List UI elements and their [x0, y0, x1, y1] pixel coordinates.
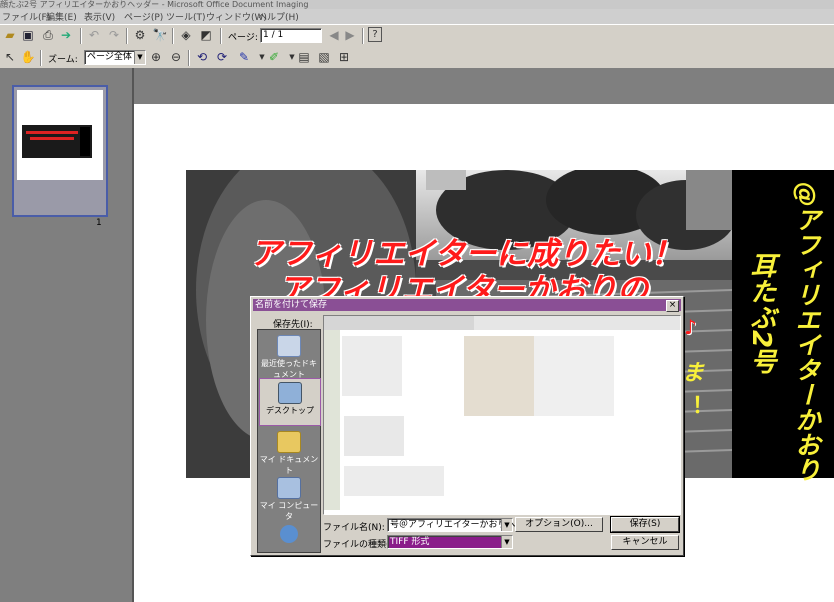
filetype-value: TIFF 形式 [390, 537, 430, 547]
network-globe-icon [280, 525, 298, 543]
page-label: ページ: [228, 33, 258, 43]
my-computer-icon [277, 477, 301, 499]
my-documents-icon [277, 431, 301, 453]
partial-text-ma: ま [682, 361, 705, 386]
recent-documents-icon [277, 335, 301, 357]
blurred-region [342, 336, 402, 396]
desktop-icon [278, 382, 302, 404]
place-label: マイ ドキュメント [259, 455, 319, 475]
side-title-1: 耳たぶ2号 [746, 252, 776, 375]
places-bar: 最近使ったドキュメント デスクトップ マイ ドキュメント マイ コンピュータ [257, 329, 321, 553]
close-icon[interactable]: × [666, 300, 679, 312]
menu-edit[interactable]: 編集(E) [46, 10, 77, 23]
redo-icon[interactable]: ↷ [106, 27, 122, 43]
blurred-region [534, 336, 614, 416]
place-label: デスクトップ [266, 406, 314, 415]
filetype-select[interactable]: TIFF 形式 ▼ [387, 535, 513, 549]
save-icon[interactable]: ▣ [20, 27, 36, 43]
side-title-panel: 耳たぶ2号 @アフィリエイターかおり [732, 170, 834, 482]
place-label: 最近使ったドキュメント [261, 359, 317, 379]
place-network[interactable] [259, 522, 319, 550]
thumbnail-page-number: 1 [96, 218, 102, 228]
menu-page[interactable]: ページ(P) [124, 10, 163, 23]
save-button[interactable]: 保存(S) [610, 516, 680, 533]
undo-icon[interactable]: ↶ [86, 27, 102, 43]
blurred-region [464, 336, 534, 416]
rotate-right-icon[interactable]: ⟳ [214, 49, 230, 65]
window-title: 顔たぶ2号 アフィリエイターかおりヘッダー - Microsoft Office… [0, 0, 309, 9]
scan-icon[interactable]: ⚙ [132, 27, 148, 43]
next-page-icon[interactable]: ▶ [342, 27, 358, 43]
cancel-button[interactable]: キャンセル [611, 535, 679, 550]
dialog-title-bar: 名前を付けて保存 × [253, 299, 681, 312]
blurred-region [344, 466, 444, 496]
window-title-bar: 顔たぶ2号 アフィリエイターかおりヘッダー - Microsoft Office… [0, 0, 834, 9]
zoom-in-icon[interactable]: ⊕ [148, 49, 164, 65]
chevron-down-icon[interactable]: ▼ [501, 536, 512, 548]
zoom-out-icon[interactable]: ⊖ [168, 49, 184, 65]
ocr-icon[interactable]: ◈ [178, 27, 194, 43]
partial-note-mark: ♪ [684, 315, 697, 339]
highlighter-icon[interactable]: ✐ [266, 49, 282, 65]
zoom-label: ズーム: [48, 55, 78, 65]
thumbnail-image [22, 125, 92, 158]
open-icon[interactable]: ▰ [2, 27, 18, 43]
chevron-down-icon[interactable]: ▼ [501, 519, 512, 531]
find-icon[interactable]: 🔭 [152, 27, 168, 43]
menu-view[interactable]: 表示(V) [84, 10, 115, 23]
rotate-left-icon[interactable]: ⟲ [194, 49, 210, 65]
zoom-select[interactable]: ページ全体 ▼ [84, 50, 146, 65]
menu-help[interactable]: ヘルプ(H) [258, 10, 299, 23]
place-desktop[interactable]: デスクトップ [259, 378, 321, 426]
select-pointer-icon[interactable]: ↖ [2, 49, 18, 65]
previous-page-icon[interactable]: ◀ [326, 27, 342, 43]
menu-bar: ファイル(F) 編集(E) 表示(V) ページ(P) ツール(T) ウィンドウ(… [0, 9, 834, 24]
side-title-2: @アフィリエイターかおり [792, 182, 821, 482]
print-icon[interactable]: ⎙ [40, 27, 56, 43]
picture-icon[interactable]: ▧ [316, 49, 332, 65]
dialog-title: 名前を付けて保存 [255, 300, 328, 310]
place-my-computer[interactable]: マイ コンピュータ [259, 474, 319, 521]
save-as-dialog: 名前を付けて保存 × 保存先(I): 最近使ったドキュメント デスクトップ マイ… [250, 296, 684, 556]
blurred-region [324, 330, 340, 510]
annotation-toolbar: ↖ ✋ ズーム: ページ全体 ▼ ⊕ ⊖ ⟲ ⟳ ✎ ▼ ✐ ▼ ▤ ▧ ⊞ [0, 46, 834, 69]
blurred-region [324, 316, 474, 330]
blurred-region [474, 316, 680, 330]
menu-file[interactable]: ファイル(F) [2, 10, 50, 23]
filename-input[interactable]: 号＠アフィリエイターかおりヘッダー ▼ [387, 518, 542, 532]
pen-icon[interactable]: ✎ [236, 49, 252, 65]
menu-tools[interactable]: ツール(T) [166, 10, 206, 23]
send-to-word-icon[interactable]: ◩ [198, 27, 214, 43]
file-list[interactable] [323, 315, 681, 515]
place-recent-documents[interactable]: 最近使ったドキュメント [259, 332, 319, 379]
send-icon[interactable]: ➔ [58, 27, 74, 43]
pan-hand-icon[interactable]: ✋ [20, 49, 36, 65]
place-label: マイ コンピュータ [259, 501, 319, 521]
options-button[interactable]: オプション(O)... [515, 517, 603, 532]
filename-label: ファイル名(N): [323, 523, 385, 533]
partial-exclaim: ！ [692, 394, 715, 419]
blurred-region [344, 416, 404, 456]
zoom-value: ページ全体 [87, 52, 132, 62]
help-icon[interactable]: ? [368, 27, 382, 42]
insert-icon[interactable]: ⊞ [336, 49, 352, 65]
standard-toolbar: ▰ ▣ ⎙ ➔ ↶ ↷ ⚙ 🔭 ◈ ◩ ページ: 1 / 1 ◀ ▶ ? [0, 24, 834, 48]
text-box-icon[interactable]: ▤ [296, 49, 312, 65]
chevron-down-icon[interactable]: ▼ [134, 51, 145, 64]
page-number-input[interactable]: 1 / 1 [260, 28, 322, 43]
place-my-documents[interactable]: マイ ドキュメント [259, 428, 319, 475]
